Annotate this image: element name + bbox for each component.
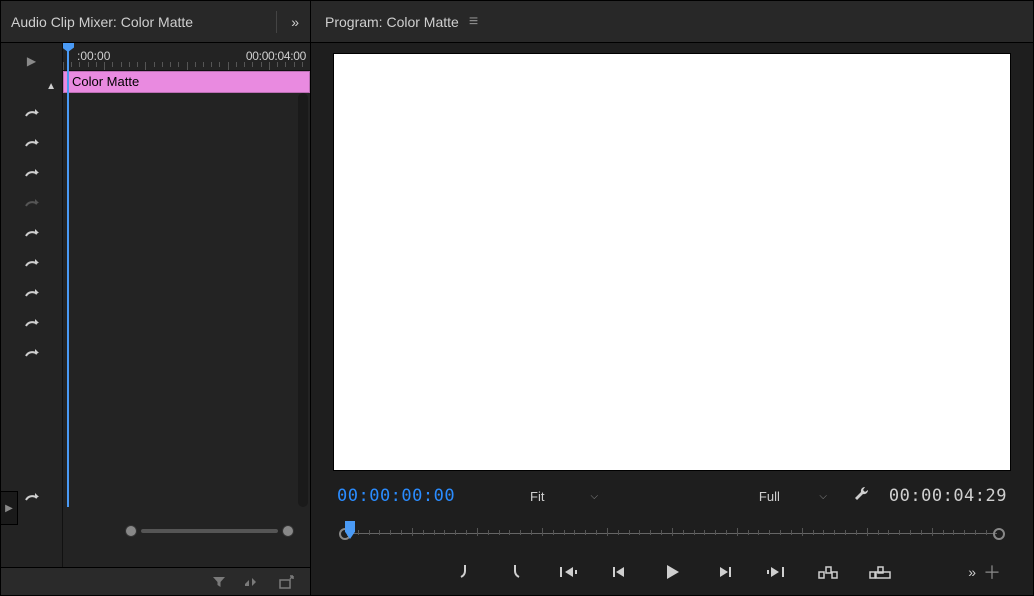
keyframe-toggle[interactable]	[19, 191, 45, 213]
settings-wrench-icon[interactable]	[849, 485, 875, 508]
ruler-start-label: :00:00	[77, 49, 110, 63]
scrub-bar[interactable]	[337, 519, 1007, 549]
ruler-ticks	[63, 62, 310, 70]
resolution-dropdown-label: Full	[759, 489, 780, 504]
panel-menu-icon[interactable]: ≡	[469, 13, 478, 31]
resolution-dropdown[interactable]: Full ⌵	[751, 484, 835, 508]
monitor-info-row: 00:00:00:00 Fit ⌵ Full ⌵ 00:00:04:29	[333, 475, 1011, 517]
zoom-handle-start[interactable]	[125, 525, 137, 537]
keyframe-toggle[interactable]	[19, 161, 45, 183]
left-panel-footer	[1, 567, 310, 595]
duration-timecode: 00:00:04:29	[889, 486, 1007, 506]
divider	[276, 11, 277, 33]
scrub-handle-end[interactable]	[993, 528, 1005, 540]
button-editor-add-icon[interactable]: ＋	[983, 559, 1001, 585]
track-header-gutter: ▶ ▲	[1, 43, 63, 567]
collapse-up-icon[interactable]: ▲	[46, 81, 56, 92]
step-back-button[interactable]	[608, 560, 632, 584]
chevron-down-icon: ⌵	[819, 491, 827, 502]
app-root: Audio Clip Mixer: Color Matte » ▶ ▲	[0, 0, 1034, 596]
keyframe-toggle[interactable]	[19, 221, 45, 243]
current-timecode[interactable]: 00:00:00:00	[337, 486, 455, 506]
go-to-out-button[interactable]	[764, 560, 788, 584]
transport-bar: » ＋	[333, 549, 1011, 595]
monitor-area: 00:00:00:00 Fit ⌵ Full ⌵ 00:00:04:29	[311, 43, 1033, 595]
export-icon[interactable]	[278, 573, 296, 591]
transport-overflow-icon[interactable]: »	[968, 564, 973, 580]
step-forward-button[interactable]	[712, 560, 736, 584]
video-monitor[interactable]	[333, 53, 1011, 471]
left-panel-body: ▶ ▲ :00:00 00:00:04:00	[1, 43, 310, 567]
zoom-dropdown-label: Fit	[530, 489, 544, 504]
program-header: Program: Color Matte ≡	[311, 1, 1033, 43]
extract-button[interactable]	[868, 560, 892, 584]
keyframe-toggle[interactable]	[19, 485, 45, 507]
mark-in-button[interactable]	[452, 560, 476, 584]
zoom-dropdown[interactable]: Fit ⌵	[522, 484, 606, 508]
playhead-indicator[interactable]	[67, 43, 69, 507]
zoom-track[interactable]	[141, 529, 278, 533]
gutter-collapse-row: ▲	[1, 75, 62, 97]
gutter-play-row: ▶	[1, 47, 62, 75]
left-panel-header: Audio Clip Mixer: Color Matte »	[1, 1, 310, 43]
keyframe-toggle[interactable]	[19, 341, 45, 363]
transport-right-group: » ＋	[968, 559, 1001, 585]
play-button[interactable]	[660, 560, 684, 584]
mini-timeline[interactable]: :00:00 00:00:04:00 Color Matte	[63, 43, 310, 567]
vertical-scrollbar[interactable]	[298, 93, 308, 507]
go-to-in-button[interactable]	[556, 560, 580, 584]
time-ruler[interactable]: :00:00 00:00:04:00	[63, 43, 310, 71]
lift-button[interactable]	[816, 560, 840, 584]
play-only-icon[interactable]: ▶	[27, 54, 36, 68]
scrub-ticks	[347, 528, 997, 538]
fx-in-out-icon[interactable]	[244, 573, 262, 591]
program-title: Program: Color Matte	[325, 14, 459, 30]
clip-bar[interactable]: Color Matte	[63, 71, 310, 93]
mark-out-button[interactable]	[504, 560, 528, 584]
property-toggle-column	[1, 97, 62, 363]
audio-clip-mixer-panel: Audio Clip Mixer: Color Matte » ▶ ▲	[1, 1, 311, 595]
ruler-end-label: 00:00:04:00	[246, 49, 306, 63]
keyframe-toggle[interactable]	[19, 101, 45, 123]
program-monitor-panel: Program: Color Matte ≡ 00:00:00:00 Fit ⌵…	[311, 1, 1033, 595]
keyframe-toggle[interactable]	[19, 311, 45, 333]
filter-icon[interactable]	[210, 573, 228, 591]
keyframe-toggle[interactable]	[19, 251, 45, 273]
panel-overflow-icon[interactable]: »	[287, 14, 300, 30]
zoom-scrollbar[interactable]	[125, 523, 294, 539]
keyframe-toggle[interactable]	[19, 281, 45, 303]
chevron-down-icon: ⌵	[590, 491, 598, 502]
keyframe-toggle[interactable]	[19, 131, 45, 153]
left-panel-title: Audio Clip Mixer: Color Matte	[11, 14, 193, 30]
side-expand-handle[interactable]: ▶	[0, 491, 18, 525]
zoom-handle-end[interactable]	[282, 525, 294, 537]
clip-label: Color Matte	[72, 74, 139, 89]
